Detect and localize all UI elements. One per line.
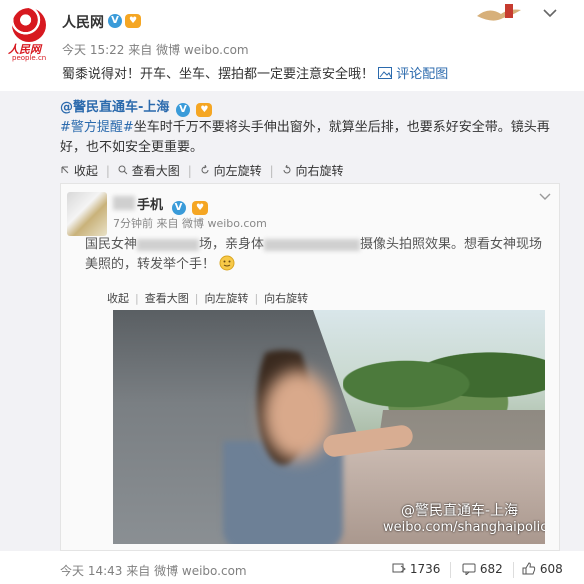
- watermark-url: weibo.com/shanghaipolice: [383, 520, 545, 535]
- rotate-right-label: 向右旋转: [295, 164, 344, 178]
- author-avatar[interactable]: 人民网 people.cn: [6, 8, 52, 62]
- embedded-image-actions: 收起 | 查看大图 | 向左旋转 | 向右旋转: [107, 292, 309, 305]
- comment-count-button[interactable]: 682: [462, 562, 503, 577]
- verified-badge-icon: V: [108, 14, 122, 28]
- view-large-label: 查看大图: [131, 164, 180, 178]
- rotate-left-button[interactable]: 向左旋转: [200, 162, 262, 179]
- embedded-text-line2: 美照的，转发举个手！: [85, 257, 216, 272]
- repost-source[interactable]: 微博 weibo.com: [154, 564, 247, 578]
- hand-raise-emoji-icon: [219, 255, 235, 271]
- embedded-author-blur: [113, 196, 135, 210]
- repost-author-name[interactable]: @警民直通车-上海: [60, 100, 169, 115]
- repost-author[interactable]: @警民直通车-上海 V ♥: [60, 96, 213, 117]
- post-source[interactable]: 微博 weibo.com: [156, 43, 249, 57]
- collapse-button[interactable]: 收起: [60, 162, 98, 179]
- embedded-collapse-label: 收起: [107, 292, 129, 305]
- repost-meta: 今天 14:43 来自 微博 weibo.com: [60, 562, 247, 579]
- author-name[interactable]: 人民网: [62, 12, 104, 32]
- avatar-logo-domain: people.cn: [12, 54, 47, 62]
- people-daily-logo-icon: [12, 8, 46, 42]
- car-window-photo: @警民直通车-上海 weibo.com/shanghaipolice: [113, 310, 545, 544]
- like-button[interactable]: 608: [522, 562, 563, 576]
- search-icon: [118, 165, 128, 175]
- comment-count: 682: [479, 562, 503, 576]
- repost-image-actions: 收起 | 查看大图 | 向左旋转 | 向右旋转: [60, 162, 352, 179]
- rotate-left-label: 向左旋转: [213, 164, 262, 178]
- repost-body: 坐车时千万不要将头手伸出窗外，就算坐后排，也要系好安全带。镜头再好，也不如安全更…: [60, 120, 550, 155]
- member-badge-icon: ♥: [125, 14, 141, 28]
- post-source-prefix: 来自: [128, 43, 153, 57]
- verified-badge-icon: V: [175, 103, 190, 117]
- embedded-chevron-icon: [539, 190, 551, 204]
- stats-divider: [450, 562, 451, 578]
- member-badge-icon: ♥: [196, 103, 213, 117]
- repost-topic-link[interactable]: #警方提醒#: [60, 120, 134, 135]
- embedded-text: 国民女神 场，亲身体 摄像头拍照效果。想看女神现场 美照的，转发举个手！: [85, 235, 555, 275]
- post-text: 蜀黍说得对！开车、坐车、摆拍都一定要注意安全哦！ 评论配图: [62, 63, 448, 82]
- repost-count: 1736: [409, 562, 441, 576]
- comment-pic-link[interactable]: 评论配图: [378, 67, 448, 82]
- watermark-handle: @警民直通车-上海: [401, 503, 519, 519]
- embedded-avatar: [67, 192, 107, 236]
- like-count: 608: [539, 562, 563, 576]
- embedded-view-large-label: 查看大图: [144, 292, 189, 305]
- embedded-meta: 7分钟前 来自 微博 weibo.com: [113, 217, 267, 230]
- reposted-image[interactable]: 手机 V ♥ 7分钟前 来自 微博 weibo.com 国民女神 场，亲身体 摄像头…: [60, 183, 560, 551]
- comment-icon: [462, 563, 476, 577]
- repost-icon: [392, 563, 406, 573]
- embedded-rotate-left-label: 向左旋转: [204, 292, 249, 305]
- comment-pic-label: 评论配图: [396, 67, 449, 82]
- view-large-button[interactable]: 查看大图: [118, 162, 180, 179]
- embedded-author-name: 手机: [137, 198, 164, 213]
- verified-badge-icon: V: [171, 201, 186, 215]
- decoration-bird-icon: [477, 4, 521, 21]
- picture-icon: [378, 67, 393, 79]
- repost-time[interactable]: 今天 14:43: [60, 564, 122, 578]
- stats-divider: [513, 562, 514, 578]
- post-body: 蜀黍说得对！开车、坐车、摆拍都一定要注意安全哦！: [62, 67, 375, 82]
- rotate-right-button[interactable]: 向右旋转: [282, 162, 344, 179]
- embedded-text-1: 国民女神: [85, 237, 138, 252]
- repost-text: #警方提醒#坐车时千万不要将头手伸出窗外，就算坐后排，也要系好安全带。镜头再好，…: [60, 118, 560, 158]
- post-time[interactable]: 今天 15:22: [62, 43, 124, 57]
- photo-trees: [343, 330, 545, 420]
- collapse-label: 收起: [73, 164, 98, 178]
- repost-source-prefix: 来自: [126, 564, 151, 578]
- thumbs-up-icon: [522, 562, 536, 575]
- embedded-blur-1: [137, 238, 200, 251]
- embedded-author: 手机 V ♥: [137, 194, 209, 215]
- embedded-rotate-right-label: 向右旋转: [264, 292, 309, 305]
- rotate-right-icon: [283, 164, 291, 174]
- reposted-weibo: @警民直通车-上海 V ♥ #警方提醒#坐车时千万不要将头手伸出窗外，就算坐后排…: [0, 91, 584, 551]
- post-menu-chevron-icon[interactable]: [543, 6, 557, 22]
- repost-count-button[interactable]: 1736: [392, 562, 440, 576]
- post-meta: 今天 15:22 来自 微博 weibo.com: [62, 41, 249, 58]
- collapse-icon: [61, 166, 69, 174]
- embedded-text-2: 场，亲身体: [199, 237, 265, 252]
- rotate-left-icon: [201, 164, 209, 174]
- member-badge-icon: ♥: [192, 201, 209, 215]
- embedded-text-3: 摄像头拍照效果。想看女神现场: [360, 237, 543, 252]
- embedded-blur-2: [264, 238, 361, 251]
